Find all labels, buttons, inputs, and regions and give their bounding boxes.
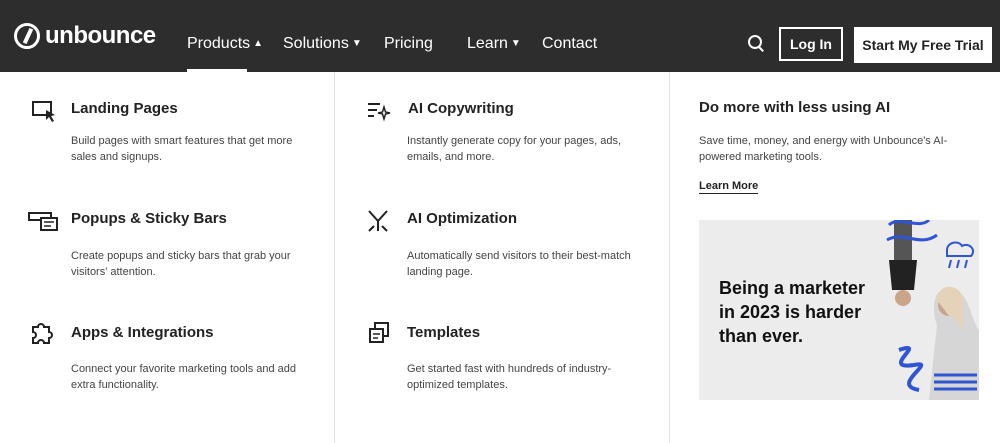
search-icon[interactable] <box>748 35 766 53</box>
nav-contact[interactable]: Contact <box>542 35 597 53</box>
promo-banner[interactable]: Being a marketer in 2023 is harder than … <box>699 220 979 400</box>
ai-panel-title: Do more with less using AI <box>699 99 891 116</box>
templates-desc: Get started fast with hundreds of indust… <box>407 363 612 391</box>
popups-desc: Create popups and sticky bars that grab … <box>71 250 291 278</box>
nav-products[interactable]: Products ▲ <box>187 35 263 53</box>
nav-learn-label: Learn <box>467 35 508 52</box>
apps-desc: Connect your favorite marketing tools an… <box>71 363 297 391</box>
top-nav: unbounce Products ▲ Solutions ▼ Pricing Le… <box>0 0 1000 72</box>
ai-optimization-title[interactable]: AI Optimization <box>407 210 517 227</box>
chevron-down-icon: ▼ <box>351 38 362 49</box>
logo-icon <box>14 23 40 49</box>
nav-learn[interactable]: Learn ▼ <box>467 35 521 53</box>
nav-solutions-label: Solutions <box>283 35 349 52</box>
nav-contact-label: Contact <box>542 35 598 52</box>
column-divider <box>334 72 335 443</box>
chevron-up-icon: ▲ <box>253 38 264 49</box>
popup-icon <box>28 212 58 231</box>
apps-title[interactable]: Apps & Integrations <box>71 324 214 341</box>
unbounce-logo[interactable]: unbounce <box>14 22 156 50</box>
free-trial-button[interactable]: Start My Free Trial <box>854 27 992 63</box>
landing-pages-desc: Build pages with smart features that get… <box>71 135 293 163</box>
nav-solutions[interactable]: Solutions ▼ <box>283 35 362 53</box>
promo-text: Being a marketer in 2023 is harder than … <box>719 278 866 346</box>
popups-title[interactable]: Popups & Sticky Bars <box>71 210 227 227</box>
templates-title[interactable]: Templates <box>407 324 480 341</box>
sparkle-lines-icon <box>368 103 391 122</box>
learn-more-link[interactable]: Learn More <box>699 180 759 194</box>
column-divider <box>669 72 670 443</box>
ai-optimization-desc: Automatically send visitors to their bes… <box>407 250 631 278</box>
login-button[interactable]: Log In <box>779 27 843 61</box>
ai-copywriting-desc: Instantly generate copy for your pages, … <box>407 135 622 163</box>
templates-icon <box>369 322 389 343</box>
landing-page-icon <box>32 101 55 122</box>
puzzle-icon <box>32 323 53 344</box>
chevron-down-icon: ▼ <box>510 38 521 49</box>
landing-pages-title[interactable]: Landing Pages <box>71 100 178 117</box>
nav-pricing[interactable]: Pricing <box>384 35 433 53</box>
logo-text: unbounce <box>45 22 156 49</box>
ai-copywriting-title[interactable]: AI Copywriting <box>408 100 514 117</box>
nav-pricing-label: Pricing <box>384 35 433 52</box>
nav-products-label: Products <box>187 35 251 52</box>
split-arrows-icon <box>368 210 388 232</box>
marketer-illustration <box>886 220 979 400</box>
ai-panel-desc: Save time, money, and energy with Unboun… <box>699 135 948 163</box>
